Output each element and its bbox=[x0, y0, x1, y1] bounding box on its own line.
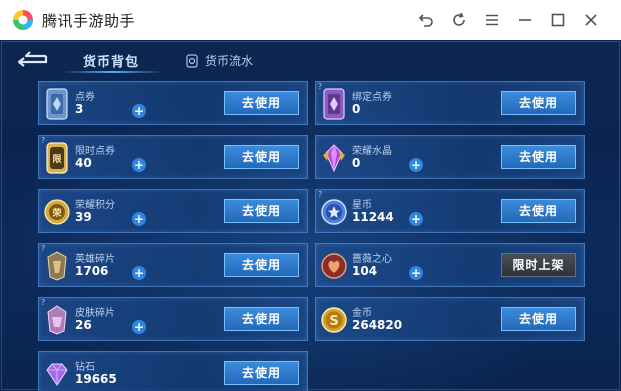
use-coupon-button[interactable]: 去使用 bbox=[224, 91, 299, 115]
currency-name: 金币 bbox=[352, 308, 372, 319]
currency-value: 39 bbox=[75, 210, 92, 224]
use-hero-fragment-button[interactable]: 去使用 bbox=[224, 253, 299, 277]
add-limited-coupon-button[interactable]: + bbox=[132, 158, 146, 172]
currency-card-limited-coupon: ? 限 限时点券 40 + 去使用 bbox=[38, 135, 308, 179]
bound-coupon-card-icon bbox=[323, 88, 345, 120]
currency-value: 1706 bbox=[75, 264, 109, 278]
currency-card-glory-points: 荣 荣耀积分 39 + 去使用 bbox=[38, 189, 308, 233]
use-glory-crystal-button[interactable]: 去使用 bbox=[501, 145, 576, 169]
use-glory-points-button[interactable]: 去使用 bbox=[224, 199, 299, 223]
currency-name: 钻石 bbox=[75, 362, 95, 373]
tab-currency-bag[interactable]: 货币背包 bbox=[83, 51, 139, 70]
rose-heart-icon bbox=[321, 253, 347, 279]
currency-name: 荣耀积分 bbox=[75, 200, 115, 211]
svg-text:限: 限 bbox=[52, 154, 62, 165]
currency-card-rose-heart: 蔷薇之心 104 + 限时上架 bbox=[315, 243, 585, 287]
currency-name: 绑定点券 bbox=[352, 92, 392, 103]
currency-value: 264820 bbox=[352, 318, 403, 332]
currency-card-hero-fragment: ? 英雄碎片 1706 + 去使用 bbox=[38, 243, 308, 287]
currency-card-gold-coin: S 金币 264820 去使用 bbox=[315, 297, 585, 341]
currency-value: 0 bbox=[352, 156, 361, 170]
add-glory-points-button[interactable]: + bbox=[132, 212, 146, 226]
menu-icon[interactable] bbox=[480, 8, 504, 32]
currency-panel: 货币背包 货币流水 点券 3 + 去使用 ? 绑定点券 0 去使用 ? 限 限时… bbox=[0, 40, 621, 391]
minimize-icon[interactable] bbox=[513, 8, 537, 32]
currency-value: 40 bbox=[75, 156, 92, 170]
use-limited-coupon-button[interactable]: 去使用 bbox=[224, 145, 299, 169]
use-bound-coupon-button[interactable]: 去使用 bbox=[501, 91, 576, 115]
use-diamond-button[interactable]: 去使用 bbox=[224, 361, 299, 385]
tab-currency-flow[interactable]: 货币流水 bbox=[185, 52, 253, 69]
use-star-coin-button[interactable]: 去使用 bbox=[501, 199, 576, 223]
currency-card-star-coin: ? 星币 11244 + 去使用 bbox=[315, 189, 585, 233]
use-skin-fragment-button[interactable]: 去使用 bbox=[224, 307, 299, 331]
close-icon[interactable] bbox=[579, 8, 603, 32]
currency-card-glory-crystal: 荣耀水晶 0 + 去使用 bbox=[315, 135, 585, 179]
currency-name: 限时点券 bbox=[75, 146, 115, 157]
refresh-icon[interactable] bbox=[447, 8, 471, 32]
currency-card-skin-fragment: ? 皮肤碎片 26 + 去使用 bbox=[38, 297, 308, 341]
flow-record-icon bbox=[186, 53, 198, 68]
currency-name: 皮肤碎片 bbox=[75, 308, 115, 319]
add-coupon-button[interactable]: + bbox=[132, 104, 146, 118]
currency-name: 英雄碎片 bbox=[75, 254, 115, 265]
limited-release-button[interactable]: 限时上架 bbox=[501, 253, 576, 277]
hero-fragment-icon bbox=[47, 251, 67, 281]
skin-fragment-icon bbox=[47, 305, 67, 335]
currency-card-diamond: 钻石 19665 去使用 bbox=[38, 351, 308, 391]
star-coin-icon bbox=[321, 199, 347, 225]
currency-value: 104 bbox=[352, 264, 378, 278]
diamond-icon bbox=[46, 363, 68, 386]
currency-card-bound-coupon: ? 绑定点券 0 去使用 bbox=[315, 81, 585, 125]
glory-crystal-icon bbox=[323, 144, 345, 173]
currency-name: 星币 bbox=[352, 200, 372, 211]
currency-value: 0 bbox=[352, 102, 361, 116]
svg-text:S: S bbox=[329, 314, 338, 329]
tab-active-indicator bbox=[62, 71, 164, 73]
limited-coupon-icon: 限 bbox=[46, 142, 68, 174]
svg-text:荣: 荣 bbox=[51, 207, 62, 219]
gold-coin-icon: S bbox=[321, 307, 347, 333]
currency-name: 荣耀水晶 bbox=[352, 146, 392, 157]
coupon-card-icon bbox=[46, 88, 68, 120]
add-star-coin-button[interactable]: + bbox=[409, 212, 423, 226]
add-glory-crystal-button[interactable]: + bbox=[409, 158, 423, 172]
app-logo-icon bbox=[13, 10, 33, 30]
currency-value: 26 bbox=[75, 318, 92, 332]
currency-name: 点券 bbox=[75, 92, 95, 103]
glory-points-icon: 荣 bbox=[44, 199, 70, 225]
currency-name: 蔷薇之心 bbox=[352, 254, 392, 265]
window-title: 腾讯手游助手 bbox=[42, 12, 136, 30]
maximize-icon[interactable] bbox=[546, 8, 570, 32]
return-arrow-icon[interactable] bbox=[16, 50, 48, 68]
back-icon[interactable] bbox=[414, 8, 438, 32]
currency-value: 19665 bbox=[75, 372, 117, 386]
tab-currency-flow-label: 货币流水 bbox=[205, 54, 254, 68]
add-rose-heart-button[interactable]: + bbox=[409, 266, 423, 280]
currency-value: 3 bbox=[75, 102, 84, 116]
currency-card-coupon: 点券 3 + 去使用 bbox=[38, 81, 308, 125]
add-skin-fragment-button[interactable]: + bbox=[132, 320, 146, 334]
add-hero-fragment-button[interactable]: + bbox=[132, 266, 146, 280]
currency-value: 11244 bbox=[352, 210, 394, 224]
title-bar: 腾讯手游助手 bbox=[0, 0, 621, 40]
use-gold-coin-button[interactable]: 去使用 bbox=[501, 307, 576, 331]
